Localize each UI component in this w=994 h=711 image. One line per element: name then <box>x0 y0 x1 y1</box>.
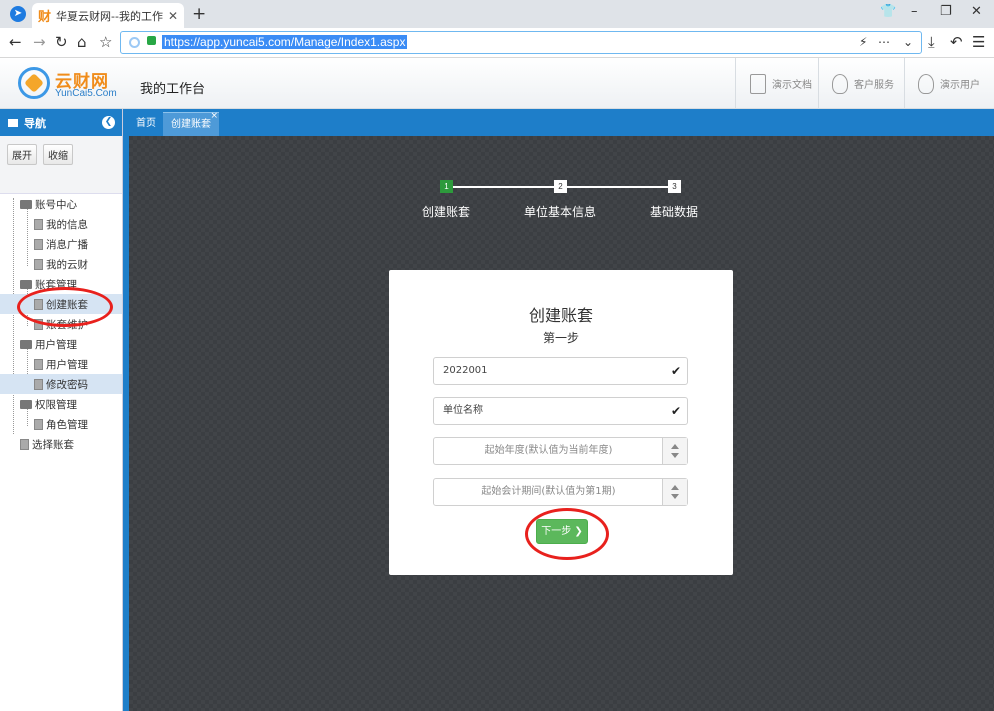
main-content: 1 2 3 创建账套 单位基本信息 基础数据 创建账套 第一步 2022001 … <box>123 136 994 711</box>
file-icon <box>34 418 43 430</box>
more-icon[interactable]: ⋯ <box>878 35 890 49</box>
minimize-button[interactable]: – <box>911 4 918 19</box>
menu-icon[interactable]: ☰ <box>972 33 985 51</box>
tree-item-change-password[interactable]: 修改密码 <box>0 374 122 394</box>
reload-icon[interactable]: ↻ <box>55 33 68 51</box>
tab-close-icon[interactable]: × <box>210 104 218 128</box>
user-icon <box>918 73 934 94</box>
lightning-icon[interactable]: ⚡ <box>859 35 867 49</box>
sidebar-title: 导航 <box>24 116 46 130</box>
customer-service-link[interactable]: 客户服务 <box>832 58 894 109</box>
maximize-button[interactable]: ❐ <box>940 4 952 19</box>
tab-create-account-set[interactable]: 创建账套 × <box>163 111 219 136</box>
demo-user-link[interactable]: 演示用户 <box>918 58 980 109</box>
home-icon[interactable]: ⌂ <box>77 33 87 51</box>
step-1-indicator: 1 <box>440 180 453 193</box>
card-title: 创建账套 <box>528 306 593 325</box>
new-tab-button[interactable]: + <box>192 4 206 24</box>
logo-subtitle: YunCai5.Com <box>55 88 117 99</box>
url-text[interactable]: https://app.yuncai5.com/Manage/Index1.as… <box>162 35 408 49</box>
tab-favicon-icon: 财 <box>38 10 52 25</box>
url-field[interactable]: https://app.yuncai5.com/Manage/Index1.as… <box>120 31 922 54</box>
check-icon: ✔ <box>670 404 681 418</box>
nav-doc-icon <box>8 118 18 127</box>
file-icon <box>34 298 43 310</box>
logo-icon <box>18 67 50 99</box>
sidebar: 导航 ❮ 展开 收缩 账号中心 我的信息 消息广播 我的云财 账套管理 创建账套 <box>0 109 123 711</box>
lock-icon <box>147 36 156 45</box>
tree-item-user-management[interactable]: 用户管理 <box>0 354 122 374</box>
spinner-arrows-icon[interactable] <box>662 479 687 505</box>
address-bar: ← → ↻ ⌂ ☆ https://app.yuncai5.com/Manage… <box>0 28 994 58</box>
tree-folder-permissions[interactable]: 权限管理 <box>0 394 122 414</box>
close-window-button[interactable]: ✕ <box>971 4 982 19</box>
headset-icon <box>832 73 848 94</box>
document-icon <box>750 73 766 94</box>
tree-folder-account-center[interactable]: 账号中心 <box>0 194 122 214</box>
tree-item-role-management[interactable]: 角色管理 <box>0 414 122 434</box>
step-3-indicator: 3 <box>668 180 681 193</box>
content-tabbar: 首页 创建账套 × <box>123 109 994 136</box>
file-icon <box>34 218 43 230</box>
browser-logo-icon: ➤ <box>10 6 26 22</box>
expand-all-button[interactable]: 展开 <box>7 144 37 165</box>
start-period-select[interactable]: 起始会计期间(默认值为第1期) <box>433 478 688 506</box>
tree-folder-account-set[interactable]: 账套管理 <box>0 274 122 294</box>
file-icon <box>20 438 29 450</box>
bookmark-star-icon[interactable]: ☆ <box>99 33 112 51</box>
tree-item-select-account-set[interactable]: 选择账套 <box>0 434 122 454</box>
shirt-icon[interactable]: 👕 <box>880 4 896 19</box>
sidebar-header: 导航 ❮ <box>0 109 122 136</box>
account-code-input[interactable]: 2022001 ✔ <box>433 357 688 385</box>
file-icon <box>34 378 43 390</box>
step-3-label: 基础数据 <box>649 205 699 219</box>
tree-folder-user-management[interactable]: 用户管理 <box>0 334 122 354</box>
browser-tabbar: ➤ 财 华夏云财网--我的工作台 ✕ + 👕 – ❐ ✕ <box>0 0 994 28</box>
app-header: 云财网 YunCai5.Com 我的工作台 演示文档 客户服务 演示用户 <box>0 58 994 109</box>
folder-icon <box>20 399 32 409</box>
step-2-indicator: 2 <box>554 180 567 193</box>
tree-item-create-account-set[interactable]: 创建账套 <box>0 294 122 314</box>
page-title: 我的工作台 <box>140 82 206 97</box>
create-account-set-card: 创建账套 第一步 2022001 ✔ 单位名称 ✔ 起始年度(默认值为当前年度)… <box>389 270 733 575</box>
step-2-label: 单位基本信息 <box>523 205 597 219</box>
tab-home[interactable]: 首页 <box>128 112 164 136</box>
tree-item-broadcast[interactable]: 消息广播 <box>0 234 122 254</box>
step-1-label: 创建账套 <box>421 205 471 219</box>
file-icon <box>34 238 43 250</box>
check-icon: ✔ <box>670 364 681 378</box>
file-icon <box>34 318 43 330</box>
company-name-input[interactable]: 单位名称 ✔ <box>433 397 688 425</box>
card-subtitle: 第一步 <box>542 331 579 345</box>
next-step-button[interactable]: 下一步 ❯ <box>536 519 588 544</box>
file-icon <box>34 358 43 370</box>
folder-icon <box>20 339 32 349</box>
chevron-down-icon[interactable]: ⌄ <box>903 35 913 49</box>
sidebar-button-bar: 展开 收缩 <box>0 136 122 194</box>
forward-icon[interactable]: → <box>33 33 46 51</box>
undo-icon[interactable]: ↶ <box>950 33 963 51</box>
folder-icon <box>20 279 32 289</box>
tree-item-my-info[interactable]: 我的信息 <box>0 214 122 234</box>
folder-icon <box>20 199 32 209</box>
demo-docs-link[interactable]: 演示文档 <box>750 58 812 109</box>
back-icon[interactable]: ← <box>9 33 22 51</box>
spinner-arrows-icon[interactable] <box>662 438 687 464</box>
tab-title: 华夏云财网--我的工作台 <box>56 9 163 23</box>
collapse-sidebar-button[interactable]: ❮ <box>102 116 115 129</box>
wizard-steps: 1 2 3 创建账套 单位基本信息 基础数据 <box>129 136 994 236</box>
file-icon <box>34 258 43 270</box>
browser-tab[interactable]: 财 华夏云财网--我的工作台 ✕ <box>32 3 184 28</box>
site-info-icon[interactable] <box>129 37 140 48</box>
download-icon[interactable]: ⤓ <box>928 33 935 51</box>
tab-close-icon[interactable]: ✕ <box>168 9 178 23</box>
tree-item-maintain-account-set[interactable]: 账套维护 <box>0 314 122 334</box>
tree-item-my-yuncai[interactable]: 我的云财 <box>0 254 122 274</box>
start-year-select[interactable]: 起始年度(默认值为当前年度) <box>433 437 688 465</box>
collapse-all-button[interactable]: 收缩 <box>43 144 73 165</box>
